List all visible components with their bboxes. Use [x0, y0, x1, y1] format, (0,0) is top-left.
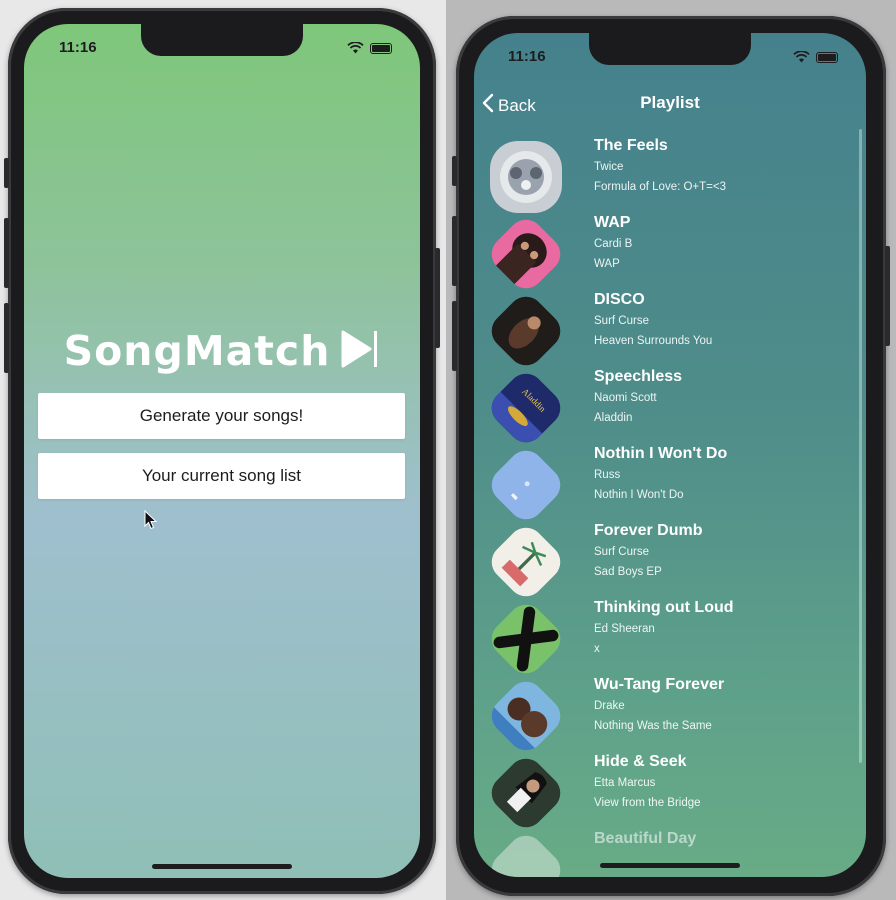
song-row[interactable]: Forever Dumb Surf Curse Sad Boys EP	[474, 520, 866, 604]
battery-icon	[370, 43, 392, 54]
home-indicator	[152, 864, 292, 869]
song-album: Nothing Was the Same	[594, 720, 712, 732]
volume-down-button	[4, 303, 9, 373]
song-artist: Surf Curse	[594, 546, 649, 558]
song-title: WAP	[594, 214, 631, 231]
song-row[interactable]: The Feels Twice Formula of Love: O+T=<3	[474, 137, 866, 214]
song-title: Forever Dumb	[594, 522, 703, 539]
song-title: Nothin I Won't Do	[594, 445, 728, 462]
album-art	[484, 597, 568, 681]
song-album: Aladdin	[594, 412, 633, 424]
volume-up-button	[4, 218, 9, 288]
logo-text: SongMatch	[63, 327, 331, 375]
song-artist: Twice	[594, 161, 624, 173]
album-art	[484, 520, 568, 604]
album-art: Aladdin	[484, 366, 568, 450]
mouse-cursor-icon	[144, 509, 158, 534]
playlist-screen: 11:16 Back Playlist The Feels Twice Form…	[474, 33, 866, 877]
album-art	[484, 674, 568, 758]
song-row[interactable]: Nothin I Won't Do Russ Nothin I Won't Do	[474, 443, 866, 527]
song-title: Speechless	[594, 368, 683, 385]
volume-up-button	[452, 216, 457, 286]
power-button	[435, 248, 440, 348]
generate-songs-button[interactable]: Generate your songs!	[38, 393, 405, 439]
album-art	[484, 751, 568, 835]
song-album: x	[594, 643, 600, 655]
song-row[interactable]: Hide & Seek Etta Marcus View from the Br…	[474, 751, 866, 835]
current-song-list-button[interactable]: Your current song list	[38, 453, 405, 499]
status-icons	[347, 39, 392, 58]
power-button	[885, 246, 890, 346]
notch	[589, 33, 751, 65]
song-row[interactable]: Wu-Tang Forever Drake Nothing Was the Sa…	[474, 674, 866, 758]
mute-switch	[4, 158, 9, 188]
song-artist: Cardi B	[594, 238, 633, 250]
song-artist: Naomi Scott	[594, 392, 657, 404]
mute-switch	[452, 156, 457, 186]
song-title: Hide & Seek	[594, 753, 687, 770]
song-album: Heaven Surrounds You	[594, 335, 713, 347]
play-logo-icon	[340, 329, 380, 373]
status-icons	[793, 48, 838, 67]
song-artist: Drake	[594, 700, 625, 712]
volume-down-button	[452, 301, 457, 371]
song-artist: Russ	[594, 469, 621, 481]
song-album: Sad Boys EP	[594, 566, 662, 578]
home-indicator	[600, 863, 740, 868]
album-art	[484, 289, 568, 373]
album-art	[490, 141, 562, 213]
song-title: Thinking out Loud	[594, 599, 734, 616]
home-screen: 11:16 SongMatch Generate your songs! You…	[24, 24, 420, 878]
song-album: WAP	[594, 258, 620, 270]
page-title: Playlist	[640, 93, 700, 112]
wifi-icon	[793, 48, 810, 67]
song-artist: Ed Sheeran	[594, 623, 655, 635]
status-time: 11:16	[59, 39, 97, 56]
song-album: Nothin I Won't Do	[594, 489, 684, 501]
song-row[interactable]: WAP Cardi B WAP	[474, 212, 866, 296]
song-row[interactable]: Aladdin Speechless Naomi Scott Aladdin	[474, 366, 866, 450]
song-album: View from the Bridge	[594, 797, 701, 809]
song-title: DISCO	[594, 291, 645, 308]
song-title: Wu-Tang Forever	[594, 676, 725, 693]
song-row[interactable]: Thinking out Loud Ed Sheeran x	[474, 597, 866, 681]
album-art	[484, 212, 568, 296]
notch	[141, 24, 303, 56]
song-row[interactable]: DISCO Surf Curse Heaven Surrounds You	[474, 289, 866, 373]
app-logo: SongMatch	[24, 327, 420, 375]
song-album: Formula of Love: O+T=<3	[594, 181, 726, 193]
battery-icon	[816, 52, 838, 63]
wifi-icon	[347, 39, 364, 58]
song-row[interactable]: Beautiful Day	[474, 828, 866, 877]
song-artist: Etta Marcus	[594, 777, 656, 789]
album-art	[484, 443, 568, 527]
album-art	[484, 828, 568, 877]
song-title: The Feels	[594, 137, 668, 154]
status-time: 11:16	[508, 48, 546, 65]
song-artist: Surf Curse	[594, 315, 649, 327]
song-title: Beautiful Day	[594, 830, 697, 847]
